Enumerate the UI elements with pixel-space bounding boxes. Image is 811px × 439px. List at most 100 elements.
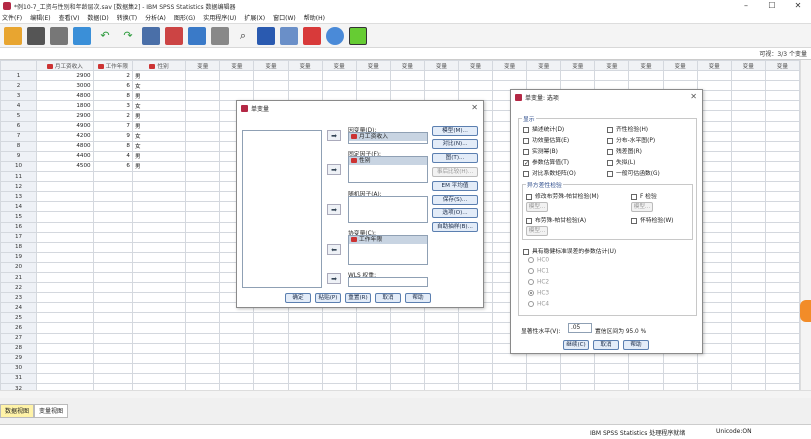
row-number[interactable]: 2: [0, 80, 38, 92]
empty-cell[interactable]: [185, 241, 221, 253]
hc1-radio[interactable]: HC1: [528, 268, 549, 275]
data-cell[interactable]: [92, 221, 133, 233]
column-header[interactable]: 变量: [696, 60, 732, 72]
empty-cell[interactable]: [389, 352, 425, 364]
em-means-button[interactable]: EM 平均值: [432, 181, 478, 191]
empty-cell[interactable]: [492, 362, 528, 374]
row-number[interactable]: 28: [0, 342, 38, 354]
empty-cell[interactable]: [560, 352, 596, 364]
empty-cell[interactable]: [662, 352, 698, 364]
empty-cell[interactable]: [764, 70, 800, 82]
data-cell[interactable]: [36, 261, 94, 273]
empty-cell[interactable]: [423, 70, 459, 82]
data-cell[interactable]: 男: [131, 70, 187, 82]
empty-cell[interactable]: [253, 362, 289, 374]
minimize-icon[interactable]: –: [733, 0, 759, 12]
empty-cell[interactable]: [730, 241, 766, 253]
data-cell[interactable]: [36, 302, 94, 314]
menu-graphs[interactable]: 图形(G): [174, 13, 195, 22]
data-cell[interactable]: 9: [92, 130, 133, 142]
data-cell[interactable]: [92, 271, 133, 284]
empty-cell[interactable]: [287, 372, 323, 385]
covariate-box[interactable]: 工作年限: [348, 235, 428, 265]
empty-cell[interactable]: [185, 302, 221, 314]
data-cell[interactable]: [131, 342, 187, 354]
data-cell[interactable]: 1800: [36, 100, 94, 112]
column-header[interactable]: 变量: [185, 60, 221, 72]
row-number[interactable]: 19: [0, 251, 38, 263]
open-icon[interactable]: [4, 26, 22, 45]
empty-cell[interactable]: [355, 362, 391, 374]
column-header[interactable]: 变量: [526, 60, 562, 72]
row-number[interactable]: 25: [0, 312, 38, 324]
empty-cell[interactable]: [219, 342, 255, 354]
data-cell[interactable]: [36, 181, 94, 193]
menu-edit[interactable]: 编辑(E): [30, 13, 50, 22]
empty-cell[interactable]: [594, 372, 630, 385]
row-number[interactable]: 3: [0, 90, 38, 102]
data-cell[interactable]: [131, 211, 187, 223]
empty-cell[interactable]: [560, 372, 596, 385]
data-cell[interactable]: 6: [92, 80, 133, 92]
empty-cell[interactable]: [253, 342, 289, 354]
data-cell[interactable]: [36, 271, 94, 284]
empty-cell[interactable]: [423, 332, 459, 344]
data-cell[interactable]: [92, 372, 133, 385]
find-icon[interactable]: ⌕: [234, 27, 252, 45]
data-cell[interactable]: [92, 322, 133, 334]
data-cell[interactable]: [36, 231, 94, 243]
row-number[interactable]: 27: [0, 332, 38, 344]
empty-cell[interactable]: [185, 160, 221, 173]
data-cell[interactable]: [131, 201, 187, 213]
row-number[interactable]: 26: [0, 322, 38, 334]
empty-cell[interactable]: [185, 110, 221, 122]
data-cell[interactable]: [131, 261, 187, 273]
empty-cell[interactable]: [287, 80, 323, 92]
row-number[interactable]: 11: [0, 171, 38, 183]
empty-cell[interactable]: [287, 342, 323, 354]
empty-cell[interactable]: [764, 271, 800, 284]
empty-cell[interactable]: [457, 332, 494, 344]
empty-cell[interactable]: [628, 362, 664, 374]
row-number[interactable]: 21: [0, 271, 38, 284]
data-cell[interactable]: [131, 181, 187, 193]
column-header[interactable]: 变量: [321, 60, 357, 72]
data-cell[interactable]: 女: [131, 130, 187, 142]
menu-extensions[interactable]: 扩展(X): [244, 13, 265, 22]
empty-cell[interactable]: [389, 342, 425, 354]
empty-cell[interactable]: [253, 352, 289, 364]
empty-cell[interactable]: [355, 70, 391, 82]
empty-cell[interactable]: [219, 352, 255, 364]
data-cell[interactable]: [36, 322, 94, 334]
empty-cell[interactable]: [185, 181, 221, 193]
row-number[interactable]: 7: [0, 130, 38, 142]
menu-transform[interactable]: 转换(T): [117, 13, 137, 22]
empty-cell[interactable]: [185, 372, 221, 385]
data-cell[interactable]: [36, 352, 94, 364]
wls-weight-box[interactable]: [348, 277, 428, 287]
data-cell[interactable]: [92, 292, 133, 304]
empty-cell[interactable]: [560, 70, 596, 82]
data-cell[interactable]: [92, 342, 133, 354]
value-labels-icon[interactable]: [303, 26, 321, 45]
empty-cell[interactable]: [730, 70, 766, 82]
paste-button[interactable]: 粘贴(P): [315, 293, 341, 303]
data-cell[interactable]: [36, 362, 94, 374]
robust-se-checkbox[interactable]: 具有稳健标准误差的参数估计(U): [523, 246, 616, 255]
data-cell[interactable]: [131, 191, 187, 203]
empty-cell[interactable]: [764, 282, 800, 294]
empty-cell[interactable]: [764, 120, 800, 132]
data-cell[interactable]: [36, 292, 94, 304]
empty-cell[interactable]: [594, 70, 630, 82]
data-cell[interactable]: 6: [92, 160, 133, 173]
empty-cell[interactable]: [321, 70, 357, 82]
empty-cell[interactable]: [764, 221, 800, 233]
data-cell[interactable]: 4200: [36, 130, 94, 142]
data-cell[interactable]: [131, 282, 187, 294]
empty-cell[interactable]: [764, 342, 800, 354]
column-header[interactable]: 变量: [253, 60, 289, 72]
vertical-scrollbar[interactable]: [800, 60, 811, 390]
data-cell[interactable]: [92, 191, 133, 203]
empty-cell[interactable]: [764, 362, 800, 374]
data-cell[interactable]: 2900: [36, 70, 94, 82]
